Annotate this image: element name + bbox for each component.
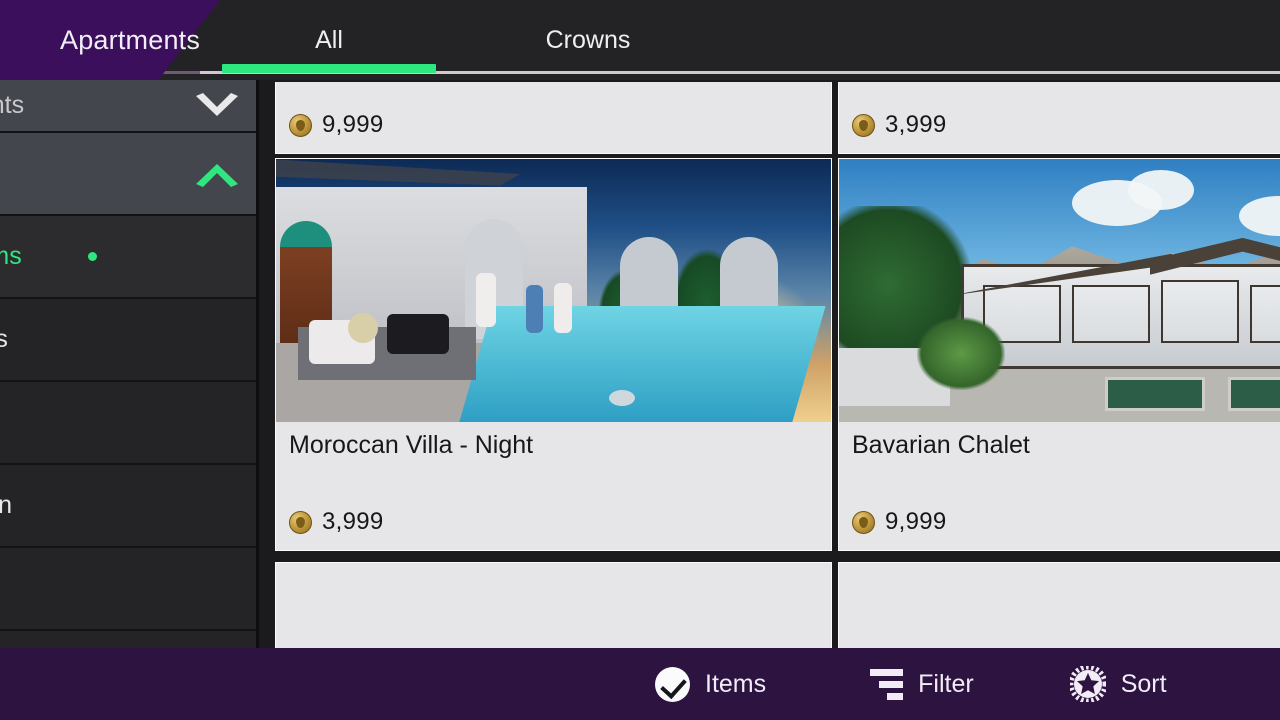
sidebar-item-ions[interactable]: ions — [0, 299, 256, 382]
card-thumbnail — [839, 159, 1280, 422]
star-burst-icon — [1068, 664, 1108, 704]
bullet-dot-icon — [88, 252, 97, 261]
card-bottom-left[interactable] — [275, 562, 832, 648]
sidebar-item-c[interactable]: c — [0, 548, 256, 631]
filter-button[interactable]: Filter — [870, 648, 974, 720]
card-price: 9,999 — [289, 111, 384, 139]
bottom-action-bar: Items Filter Sort — [0, 648, 1280, 720]
card-title: Bavarian Chalet — [852, 431, 1030, 459]
crown-coin-icon — [289, 510, 312, 534]
sidebar-item-label: rban — [0, 491, 12, 520]
card-price-value: 3,999 — [322, 508, 384, 535]
card-title: Moroccan Villa - Night — [289, 431, 534, 459]
chevron-up-icon[interactable] — [194, 160, 240, 188]
tab-all-label: All — [315, 25, 343, 54]
bavarian-chalet-thumbnail — [839, 159, 1280, 422]
sidebar-item-label: ions — [0, 325, 8, 354]
card-price-value: 9,999 — [322, 111, 384, 138]
card-moroccan-villa-night[interactable]: Moroccan Villa - Night 3,999 — [275, 158, 832, 551]
tab-crowns-label: Crowns — [545, 25, 631, 54]
sidebar-item-ments[interactable]: ments — [0, 80, 256, 133]
card-top-right[interactable]: 3,999 — [838, 82, 1280, 154]
card-price: 9,999 — [852, 508, 947, 536]
card-price: 3,999 — [289, 508, 384, 536]
card-price: 3,999 — [852, 111, 947, 139]
check-circle-icon — [655, 666, 690, 702]
sidebar-item-label: items — [0, 242, 22, 270]
top-bar: Apartments All Crowns — [0, 0, 1280, 80]
crown-coin-icon — [289, 113, 312, 137]
chevron-down-icon[interactable] — [194, 92, 240, 120]
sidebar-item-es[interactable]: es — [0, 133, 256, 216]
items-button-label: Items — [705, 669, 767, 698]
card-price-value: 9,999 — [885, 508, 947, 535]
card-price-value: 3,999 — [885, 111, 947, 138]
items-button[interactable]: Items — [655, 648, 766, 720]
sidebar-item-label: ments — [0, 91, 25, 119]
filter-lines-icon — [870, 668, 904, 700]
sidebar-item-ion[interactable]: ion — [0, 382, 256, 465]
game-store-screen: Apartments All Crowns ments es — [0, 0, 1280, 720]
sidebar-item-rban[interactable]: rban — [0, 465, 256, 548]
crown-coin-icon — [852, 510, 875, 534]
sidebar-item-items[interactable]: items — [0, 216, 256, 299]
crown-coin-icon — [852, 113, 875, 137]
tab-crowns[interactable]: Crowns — [458, 0, 718, 80]
card-bavarian-chalet[interactable]: Bavarian Chalet 9,999 — [838, 158, 1280, 551]
tab-active-indicator — [222, 64, 436, 73]
card-top-left[interactable]: 9,999 — [275, 82, 832, 154]
tab-all[interactable]: All — [200, 0, 458, 80]
filter-button-label: Filter — [918, 669, 974, 698]
item-grid: 9,999 3,999 Moroccan Villa - Night 3,999… — [262, 82, 1280, 648]
moroccan-villa-night-thumbnail — [276, 159, 831, 422]
card-bottom-right[interactable] — [838, 562, 1280, 648]
sort-button[interactable]: Sort — [1068, 648, 1167, 720]
sort-button-label: Sort — [1120, 669, 1167, 698]
tab-bar: All Crowns — [200, 0, 718, 80]
card-thumbnail — [276, 159, 831, 422]
sidebar: ments es items ions ion — [0, 80, 259, 648]
category-tab-label: Apartments — [60, 24, 201, 55]
